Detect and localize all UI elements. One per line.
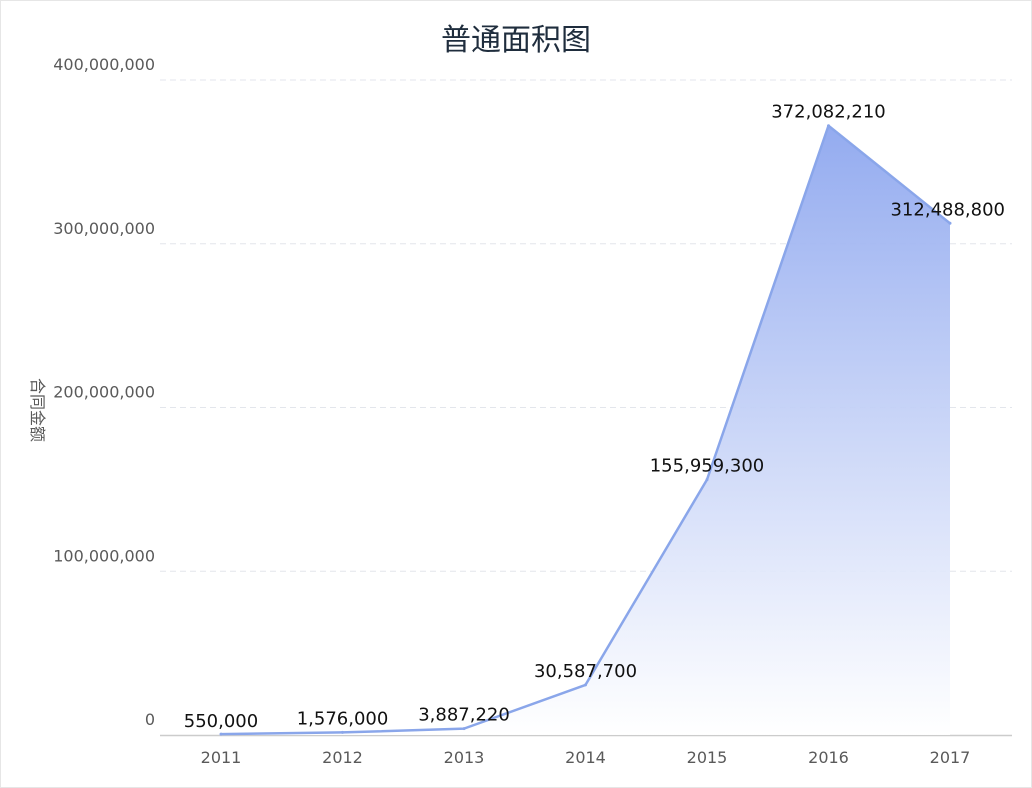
x-tick-label: 2015 [687, 748, 728, 767]
data-label: 312,488,800 [890, 199, 1005, 220]
y-axis-label: 合同金额 [28, 378, 47, 442]
x-tick-label: 2017 [930, 748, 971, 767]
x-tick-label: 2013 [444, 748, 485, 767]
data-label: 30,587,700 [534, 661, 637, 682]
area-fill [221, 125, 950, 735]
data-label: 3,887,220 [418, 705, 510, 726]
x-tick-label: 2011 [201, 748, 242, 767]
data-point [948, 221, 952, 225]
y-tick-label: 100,000,000 [53, 546, 155, 565]
y-tick-label: 400,000,000 [53, 55, 155, 74]
data-point [705, 478, 709, 482]
data-label: 550,000 [184, 711, 258, 732]
data-point [462, 727, 466, 731]
x-tick-label: 2012 [322, 748, 363, 767]
y-axis-title: 合同金额 [28, 378, 47, 442]
data-point [584, 683, 587, 687]
y-tick-label: 300,000,000 [53, 219, 155, 238]
area-chart: 普通面积图 0 100,000,000 200,000,000 300,000,000… [28, 23, 1012, 767]
y-tick-label: 0 [145, 710, 155, 729]
data-point [219, 732, 223, 736]
data-label: 372,082,210 [771, 102, 886, 123]
chart-title: 普通面积图 [441, 23, 591, 58]
data-label: 1,576,000 [297, 708, 389, 729]
data-point [827, 124, 830, 128]
x-axis-ticks: 2011 2012 2013 2014 2015 2016 2017 [201, 748, 971, 767]
x-tick-label: 2014 [565, 748, 606, 767]
y-tick-label: 200,000,000 [53, 383, 155, 402]
x-tick-label: 2016 [808, 748, 849, 767]
y-axis-ticks: 0 100,000,000 200,000,000 300,000,000 400,00… [53, 55, 155, 729]
data-point [341, 730, 344, 734]
data-label: 155,959,300 [650, 456, 765, 477]
area-series [219, 124, 952, 736]
